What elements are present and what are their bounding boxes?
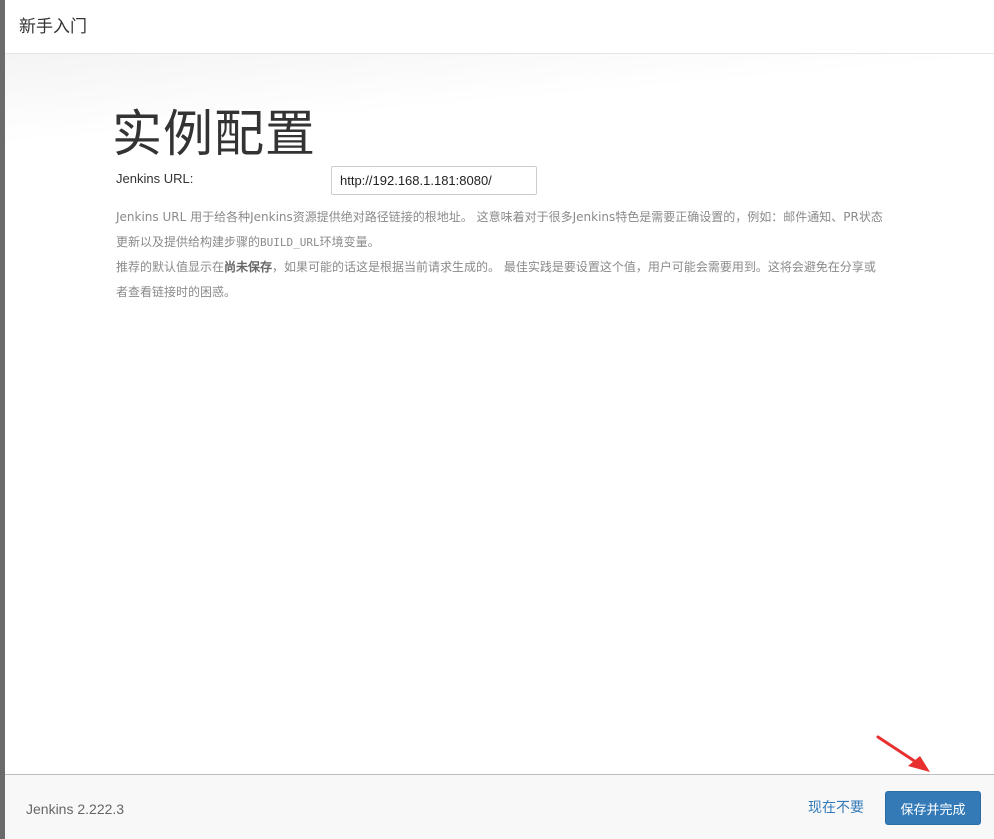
setup-wizard-dialog: 新手入门 实例配置 Jenkins URL: Jenkins URL 用于给各种… (5, 0, 994, 839)
build-url-code: BUILD_URL (260, 236, 320, 249)
dialog-body: 实例配置 Jenkins URL: Jenkins URL 用于给各种Jenki… (5, 54, 994, 774)
jenkins-url-input[interactable] (331, 166, 537, 195)
skip-button[interactable]: 现在不要 (808, 797, 864, 817)
jenkins-url-label: Jenkins URL: (116, 171, 194, 186)
dialog-title: 新手入门 (19, 17, 87, 37)
page-title: 实例配置 (112, 105, 316, 163)
help-paragraph-1: Jenkins URL 用于给各种Jenkins资源提供绝对路径链接的根地址。 … (116, 210, 883, 249)
jenkins-version: Jenkins 2.222.3 (26, 801, 125, 817)
red-arrow-annotation-icon (876, 735, 930, 772)
dialog-header: 新手入门 (5, 0, 994, 54)
help-paragraph-2: 推荐的默认值显示在尚未保存，如果可能的话这是根据当前请求生成的。 最佳实践是要设… (116, 260, 876, 299)
save-and-finish-button[interactable]: 保存并完成 (885, 791, 981, 825)
jenkins-url-help: Jenkins URL 用于给各种Jenkins资源提供绝对路径链接的根地址。 … (116, 205, 886, 305)
dialog-footer: Jenkins 2.222.3 现在不要 保存并完成 (5, 774, 994, 839)
not-saved-emphasis: 尚未保存 (224, 260, 273, 274)
